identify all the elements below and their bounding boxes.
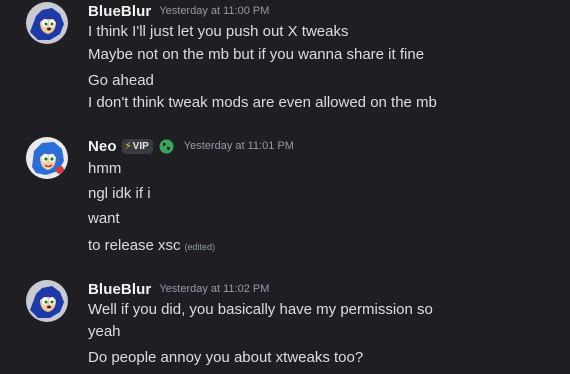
timestamp[interactable]: Yesterday at 11:00 PM xyxy=(159,5,269,17)
message-header: BlueBlur Yesterday at 11:02 PM xyxy=(88,279,269,299)
timestamp[interactable]: Yesterday at 11:01 PM xyxy=(184,140,294,152)
message-text: Do people annoy you about xtweaks too? xyxy=(88,349,364,366)
message-text: want xyxy=(88,210,120,227)
sonic-avatar-icon xyxy=(26,137,68,179)
message-text: ngl idk if i xyxy=(88,185,151,202)
vip-badge[interactable]: ⚡ VIP xyxy=(121,138,153,154)
message-text: yeah xyxy=(88,323,121,340)
message-text-content: to release xsc xyxy=(88,237,181,254)
message-text: Go ahead xyxy=(88,72,154,89)
message-text: Maybe not on the mb but if you wanna sha… xyxy=(88,46,425,63)
username[interactable]: BlueBlur xyxy=(88,3,151,20)
badge-label: VIP xyxy=(132,140,149,152)
edited-label[interactable]: (edited) xyxy=(185,242,216,252)
message-text: I don't think tweak mods are even allowe… xyxy=(88,94,437,111)
message-header: BlueBlur Yesterday at 11:00 PM xyxy=(88,1,269,21)
username[interactable]: Neo xyxy=(88,138,117,155)
message-text: to release xsc (edited) xyxy=(88,236,215,257)
user-avatar[interactable] xyxy=(26,2,68,44)
username[interactable]: BlueBlur xyxy=(88,281,151,298)
timestamp[interactable]: Yesterday at 11:02 PM xyxy=(159,283,269,295)
message-text: I think I'll just let you push out X twe… xyxy=(88,23,349,40)
lightning-icon: ⚡ xyxy=(124,140,132,152)
sonic-avatar-icon xyxy=(26,2,68,44)
user-avatar[interactable] xyxy=(26,280,68,322)
globe-icon[interactable] xyxy=(159,139,174,154)
user-avatar[interactable] xyxy=(26,137,68,179)
message-text: hmm xyxy=(88,160,122,177)
message-header: Neo ⚡ VIP Yesterday at 11:01 PM xyxy=(88,136,294,156)
sonic-avatar-icon xyxy=(26,280,68,322)
message-text: Well if you did, you basically have my p… xyxy=(88,301,433,318)
